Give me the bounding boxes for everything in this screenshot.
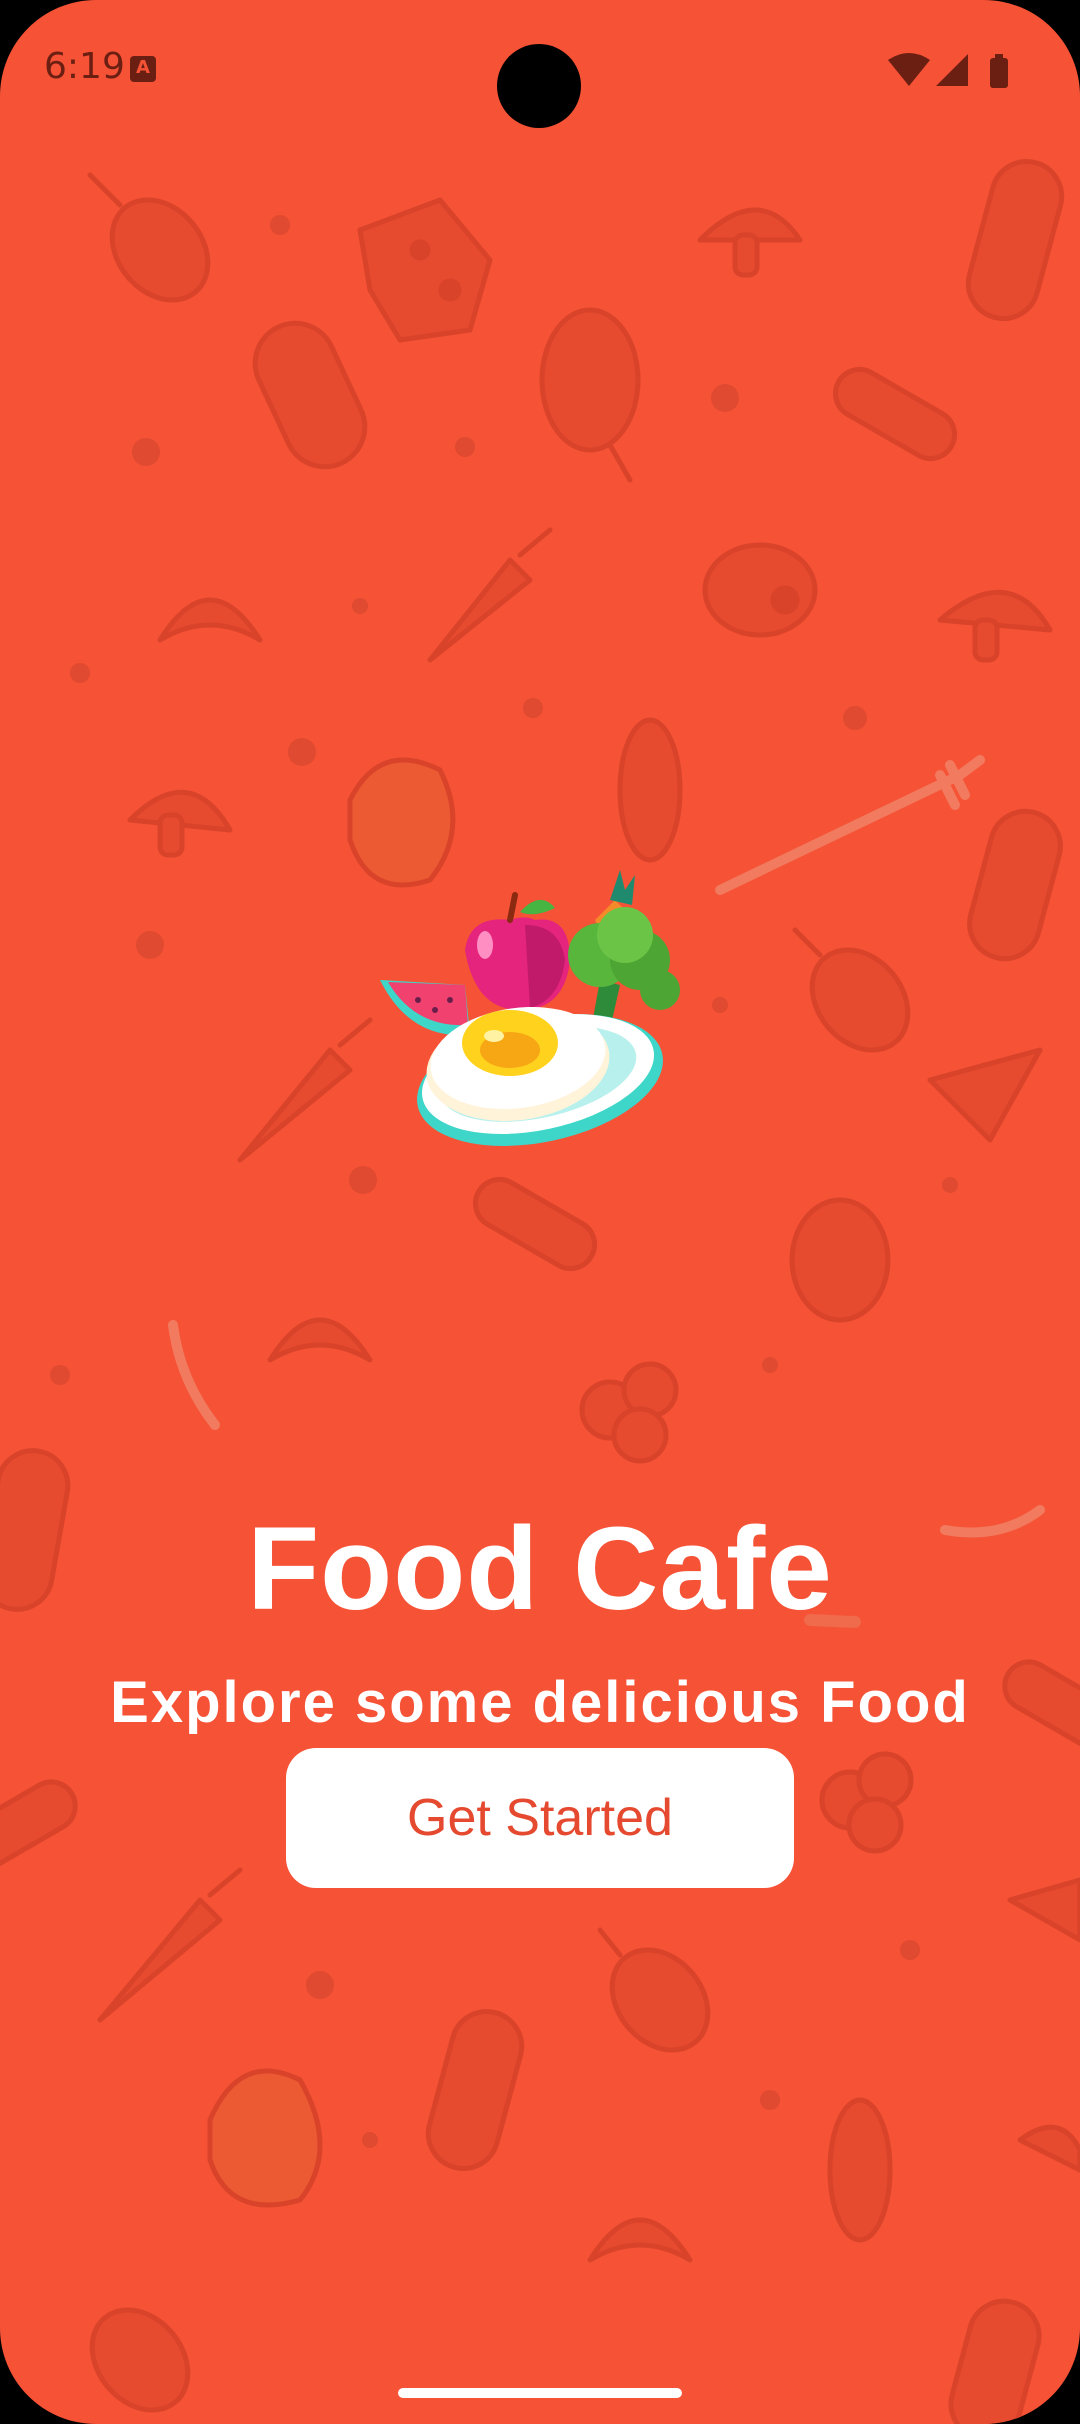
home-indicator[interactable]	[398, 2388, 682, 2398]
bread-doodle	[252, 320, 368, 470]
camera-cutout	[497, 44, 581, 128]
mushroom-doodle	[127, 790, 233, 858]
fish-doodle	[827, 2097, 893, 2243]
chicken-leg-doodle	[539, 307, 641, 483]
mushroom-doodle	[1017, 2124, 1080, 2173]
drumstick-doodle	[597, 1927, 711, 2053]
fried-egg-doodle	[207, 2068, 323, 2208]
drumstick-doodle	[89, 2307, 191, 2413]
hotdog-doodle	[832, 367, 958, 461]
welcome-screen: 6:19 A Food Cafe Explore some delicious …	[0, 0, 1080, 2424]
status-time: 6:19	[44, 46, 125, 87]
mushroom-doodle	[697, 207, 803, 278]
bread-doodle	[965, 159, 1065, 321]
bread-doodle	[967, 808, 1063, 962]
drumstick-doodle	[792, 927, 911, 1053]
croissant-doodle	[157, 597, 263, 643]
croissant-doodle	[587, 2217, 693, 2263]
carrot-doodle	[97, 1867, 243, 2023]
broccoli-doodle	[579, 1361, 679, 1464]
pizza-slice-doodle	[1007, 1877, 1080, 1943]
apple-icon	[465, 892, 570, 1010]
cheese-doodle	[357, 197, 493, 343]
mushroom-doodle	[937, 589, 1053, 663]
bread-doodle	[425, 2009, 525, 2171]
bread-doodle	[948, 2298, 1042, 2424]
pizza-slice-doodle	[927, 1047, 1043, 1143]
food-doodle-background	[0, 159, 1080, 2424]
a-letter-icon: A	[130, 56, 156, 82]
app-subtitle: Explore some delicious Food	[110, 1670, 970, 1735]
signal-icon	[936, 54, 968, 86]
chicken-leg-doodle	[789, 1197, 891, 1323]
wifi-icon	[888, 53, 930, 86]
food-plate-illustration	[380, 870, 680, 1146]
watermelon-icon	[380, 980, 470, 1036]
hotdog-doodle	[0, 1779, 78, 1869]
status-icons	[888, 53, 1008, 88]
carrot-doodle	[237, 1017, 373, 1163]
hotdog-doodle	[472, 1177, 598, 1271]
app-title: Food Cafe	[247, 1503, 833, 1635]
broccoli-doodle	[819, 1751, 914, 1854]
drumstick-doodle	[87, 172, 211, 303]
fish-doodle	[617, 717, 683, 863]
steak-doodle	[702, 542, 818, 638]
battery-icon	[990, 54, 1008, 88]
status-bar: 6:19 A	[0, 0, 1080, 140]
carrot-doodle	[427, 527, 553, 663]
get-started-button[interactable]: Get Started	[286, 1748, 794, 1888]
croissant-doodle	[267, 1317, 373, 1363]
